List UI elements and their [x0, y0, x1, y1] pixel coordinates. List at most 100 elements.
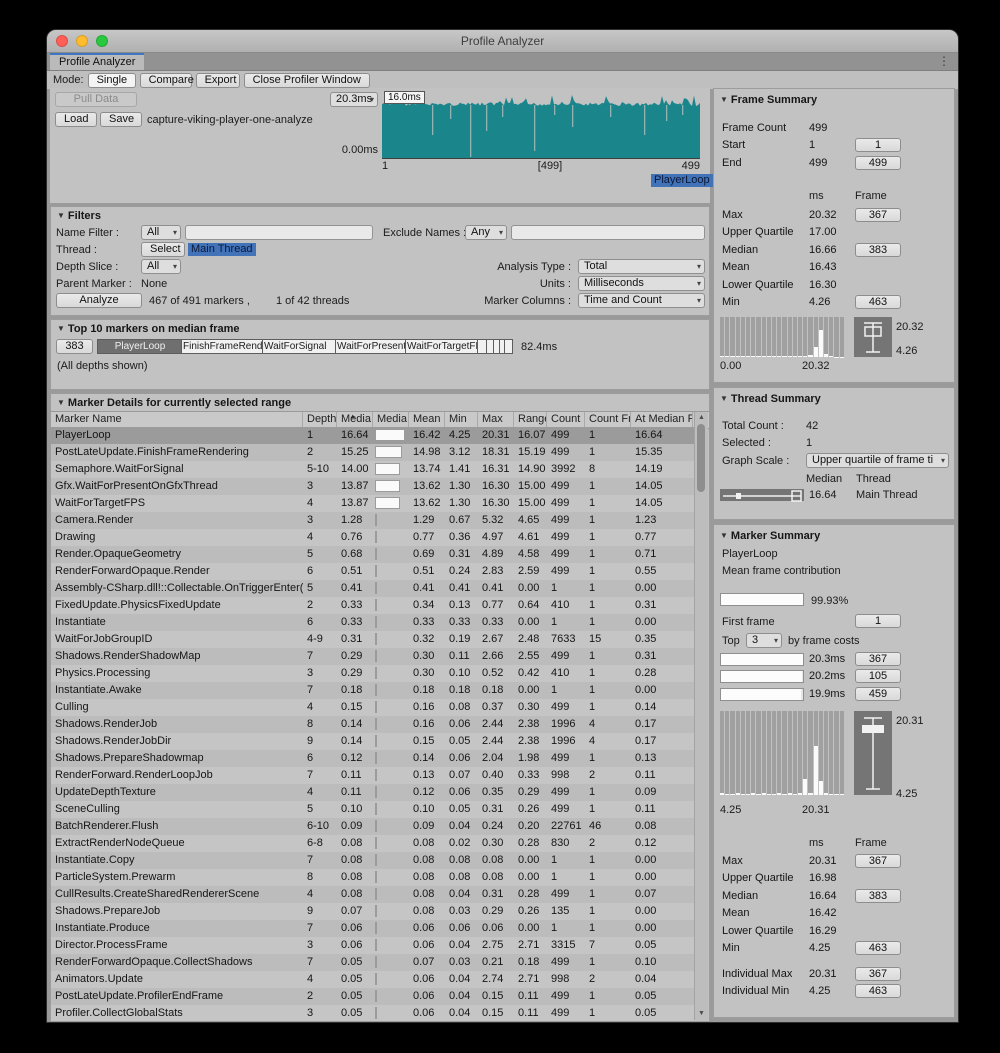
frame-jump-button[interactable]: 463	[855, 941, 901, 955]
table-row[interactable]: PostLateUpdate.ProfilerEndFrame20.050.06…	[51, 988, 695, 1005]
collapse-triangle-icon[interactable]: ▼	[57, 398, 65, 407]
table-row[interactable]: FixedUpdate.PhysicsFixedUpdate20.330.340…	[51, 597, 695, 614]
median-frame-button[interactable]: 383	[56, 339, 93, 354]
tab-profile-analyzer[interactable]: Profile Analyzer	[50, 53, 144, 70]
table-row[interactable]: Animators.Update40.050.060.042.742.71998…	[51, 971, 695, 988]
titlebar[interactable]: Profile Analyzer	[47, 30, 958, 53]
table-row[interactable]: RenderForwardOpaque.Render60.510.510.242…	[51, 563, 695, 580]
table-row[interactable]: UpdateDepthTexture40.110.120.060.350.294…	[51, 784, 695, 801]
table-row[interactable]: Shadows.RenderJob80.140.160.062.442.3819…	[51, 716, 695, 733]
table-row[interactable]: PostLateUpdate.FinishFrameRendering215.2…	[51, 444, 695, 461]
frame-time-histogram[interactable]	[720, 317, 844, 357]
scroll-up-icon[interactable]: ▲	[695, 413, 708, 423]
table-row[interactable]: Instantiate.Awake70.180.180.180.180.0011…	[51, 682, 695, 699]
frame-jump-button[interactable]: 367	[855, 967, 901, 981]
table-row[interactable]: Shadows.PrepareJob90.070.080.030.290.261…	[51, 903, 695, 920]
table-row[interactable]: Instantiate.Copy70.080.080.080.080.00110…	[51, 852, 695, 869]
table-row[interactable]: Director.ProcessFrame30.060.060.042.752.…	[51, 937, 695, 954]
table-row[interactable]: Semaphore.WaitForSignal5-1014.0013.741.4…	[51, 461, 695, 478]
scrollbar-thumb[interactable]	[697, 424, 705, 492]
table-row[interactable]: Render.OpaqueGeometry50.680.690.314.894.…	[51, 546, 695, 563]
table-row[interactable]: Instantiate60.330.330.330.330.00110.00	[51, 614, 695, 631]
table-row[interactable]: Camera.Render31.281.290.675.324.6549911.…	[51, 512, 695, 529]
column-header[interactable]: Count	[547, 412, 585, 428]
analyze-button[interactable]: Analyze	[56, 293, 142, 308]
table-row[interactable]: Shadows.RenderShadowMap70.290.300.112.66…	[51, 648, 695, 665]
close-profiler-window-button[interactable]: Close Profiler Window	[244, 73, 370, 88]
frame-time-graph[interactable]	[382, 92, 700, 159]
top10-segment[interactable]: FinishFrameRenderin	[182, 339, 263, 354]
column-header[interactable]: Media	[373, 412, 409, 428]
top10-segment[interactable]: WaitForTargetFPS	[406, 339, 478, 354]
column-header[interactable]: Marker Name	[51, 412, 303, 428]
table-row[interactable]: PlayerLoop116.6416.424.2520.3116.0749911…	[51, 427, 695, 444]
load-button[interactable]: Load	[55, 112, 97, 127]
frame-jump-button[interactable]: 459	[855, 687, 901, 701]
frame-jump-button[interactable]: 1	[855, 138, 901, 152]
name-filter-mode-dropdown[interactable]: All▾	[141, 225, 181, 240]
table-row[interactable]: ExtractRenderNodeQueue6-80.080.080.020.3…	[51, 835, 695, 852]
depth-slice-dropdown[interactable]: All▾	[141, 259, 181, 274]
thread-select-button[interactable]: Select	[141, 242, 185, 257]
table-row[interactable]: CullResults.CreateSharedRendererScene40.…	[51, 886, 695, 903]
table-row[interactable]: BatchRenderer.Flush6-100.090.090.040.240…	[51, 818, 695, 835]
column-header[interactable]: Depth	[303, 412, 337, 428]
column-header[interactable]: Min	[445, 412, 478, 428]
range-scale-dropdown[interactable]: 20.3ms▾	[330, 92, 378, 107]
frame-jump-button[interactable]: 463	[855, 295, 901, 309]
kebab-menu-icon[interactable]: ⋮	[938, 54, 950, 68]
table-row[interactable]: Instantiate.Produce70.060.060.060.060.00…	[51, 920, 695, 937]
exclude-mode-dropdown[interactable]: Any▾	[465, 225, 507, 240]
table-row[interactable]: Shadows.PrepareShadowmap60.120.140.062.0…	[51, 750, 695, 767]
table-row[interactable]: Physics.Processing30.290.300.100.520.424…	[51, 665, 695, 682]
scroll-down-icon[interactable]: ▼	[695, 1009, 708, 1019]
top10-segment[interactable]	[478, 339, 487, 354]
frame-jump-button[interactable]: 367	[855, 208, 901, 222]
top10-segment[interactable]	[505, 339, 513, 354]
table-scrollbar[interactable]: ▲ ▼	[694, 412, 708, 1020]
table-row[interactable]: SceneCulling50.100.100.050.310.2649910.1…	[51, 801, 695, 818]
column-header[interactable]: Mean	[409, 412, 445, 428]
mode-compare-button[interactable]: Compare	[140, 73, 192, 88]
column-header[interactable]: Max	[478, 412, 514, 428]
table-row[interactable]: WaitForJobGroupID4-90.310.320.192.672.48…	[51, 631, 695, 648]
table-row[interactable]: WaitForTargetFPS413.8713.621.3016.3015.0…	[51, 495, 695, 512]
thread-value-tag[interactable]: Main Thread	[188, 243, 256, 256]
collapse-triangle-icon[interactable]: ▼	[720, 394, 728, 403]
top10-segment[interactable]: WaitForPresentOnG	[336, 339, 406, 354]
table-row[interactable]: RenderForward.RenderLoopJob70.110.130.07…	[51, 767, 695, 784]
units-dropdown[interactable]: Milliseconds▾	[578, 276, 705, 291]
analysis-type-dropdown[interactable]: Total▾	[578, 259, 705, 274]
frame-jump-button[interactable]: 383	[855, 889, 901, 903]
collapse-triangle-icon[interactable]: ▼	[57, 324, 65, 333]
mode-export-button[interactable]: Export	[196, 73, 240, 88]
selected-marker-tag[interactable]: PlayerLoop	[651, 174, 713, 187]
top10-segment[interactable]	[487, 339, 494, 354]
top-n-dropdown[interactable]: 3▾	[746, 633, 782, 648]
table-row[interactable]: Drawing40.760.770.364.974.6149910.77	[51, 529, 695, 546]
save-button[interactable]: Save	[100, 112, 142, 127]
pull-data-button[interactable]: Pull Data	[55, 92, 137, 107]
collapse-triangle-icon[interactable]: ▼	[720, 531, 728, 540]
frame-jump-button[interactable]: 367	[855, 652, 901, 666]
graph-scale-dropdown[interactable]: Upper quartile of frame ti▾	[806, 453, 949, 468]
exclude-names-input[interactable]	[511, 225, 705, 240]
collapse-triangle-icon[interactable]: ▼	[720, 95, 728, 104]
frame-jump-button[interactable]: 499	[855, 156, 901, 170]
table-row[interactable]: Profiler.CollectGlobalStats30.050.060.04…	[51, 1005, 695, 1021]
column-header[interactable]: Range	[514, 412, 547, 428]
frame-jump-button[interactable]: 105	[855, 669, 901, 683]
frame-jump-button[interactable]: 383	[855, 243, 901, 257]
marker-columns-dropdown[interactable]: Time and Count▾	[578, 293, 705, 308]
column-header[interactable]: Count Fra	[585, 412, 631, 428]
mode-single-button[interactable]: Single	[88, 73, 136, 88]
frame-jump-button[interactable]: 367	[855, 854, 901, 868]
top10-segment[interactable]: WaitForSignal	[263, 339, 336, 354]
column-header[interactable]: At Median F	[631, 412, 693, 428]
table-row[interactable]: Culling40.150.160.080.370.3049910.14	[51, 699, 695, 716]
marker-time-histogram[interactable]	[720, 711, 844, 795]
table-row[interactable]: RenderForwardOpaque.CollectShadows70.050…	[51, 954, 695, 971]
table-row[interactable]: Shadows.RenderJobDir90.140.150.052.442.3…	[51, 733, 695, 750]
name-filter-input[interactable]	[185, 225, 373, 240]
collapse-triangle-icon[interactable]: ▼	[57, 211, 65, 220]
